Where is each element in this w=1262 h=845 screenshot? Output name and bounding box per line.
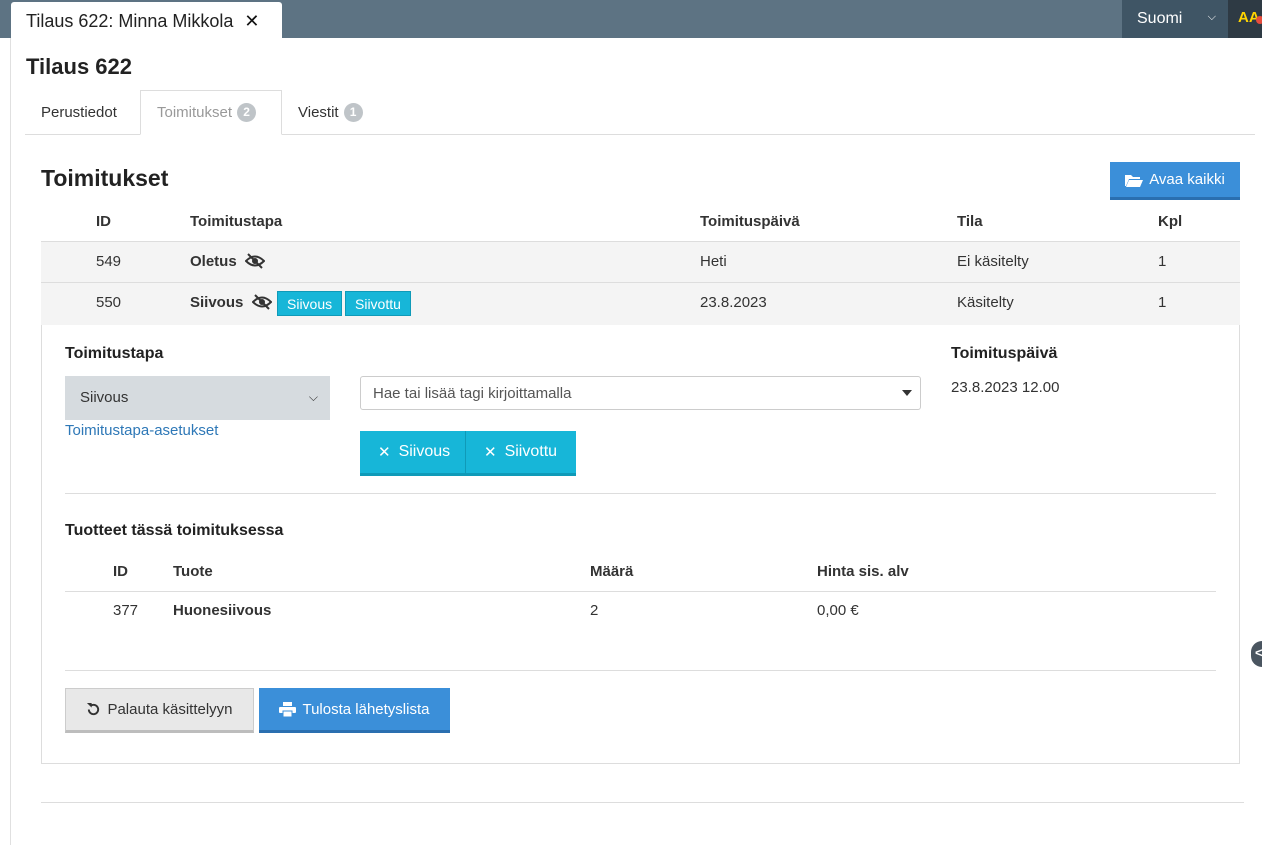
method-settings-link[interactable]: Toimitustapa-asetukset (65, 422, 218, 439)
tab-perustiedot[interactable]: Perustiedot (25, 90, 133, 135)
remove-icon[interactable]: ✕ (484, 443, 497, 461)
close-icon[interactable]: ✕ (244, 11, 259, 32)
folder-open-icon (1125, 174, 1144, 187)
product-column-qty: Määrä (590, 563, 634, 580)
delivery-row-expanded[interactable]: 550 Siivous Siivous Siivottu 23.8.2023 K… (41, 282, 1240, 325)
divider (65, 591, 1216, 592)
tab-label: Viestit (298, 104, 339, 121)
delivery-status: Käsitelty (957, 294, 1014, 311)
delivery-id: 549 (96, 253, 122, 270)
panel-border (10, 38, 11, 845)
tab-viestit[interactable]: Viestit 1 (282, 90, 379, 135)
language-select[interactable]: Suomi ⌵ (1122, 0, 1228, 38)
tag-input-placeholder: Hae tai lisää tagi kirjoittamalla (373, 385, 572, 402)
divider (65, 493, 1216, 494)
tag-search-input[interactable]: Hae tai lisää tagi kirjoittamalla (360, 376, 921, 410)
chevron-left-icon: < (1255, 645, 1262, 660)
tag-chip-label: Siivottu (504, 443, 558, 460)
product-id: 377 (113, 602, 139, 619)
column-header-status: Tila (957, 213, 983, 230)
delivery-qty: 1 (1158, 294, 1167, 311)
tab-label: Toimitukset (157, 104, 233, 121)
tag-chip-siivottu[interactable]: ✕ Siivottu (466, 431, 576, 476)
tag-badge: Siivottu (345, 291, 411, 316)
column-header-method: Toimitustapa (190, 213, 283, 230)
column-header-id: ID (96, 213, 111, 230)
open-all-button[interactable]: Avaa kaikki (1110, 162, 1240, 200)
print-label: Tulosta lähetyslista (302, 700, 430, 718)
chevron-down-icon: ⌵ (1207, 11, 1216, 23)
page-title: Tilaus 622 (26, 54, 132, 79)
tab-bar: Perustiedot Toimitukset 2 Viestit 1 (25, 90, 1255, 135)
chevron-down-icon: ⌵ (308, 390, 318, 404)
tag-badge: Siivous (277, 291, 343, 316)
method-name: Oletus (190, 253, 237, 270)
window-tab-title: Tilaus 622: Minna Mikkola (26, 10, 234, 31)
products-title: Tuotteet tässä toimituksessa (65, 522, 284, 539)
accessibility-toggle[interactable]: AA (1228, 0, 1262, 38)
delivery-method: Oletus (190, 253, 265, 270)
delivery-qty: 1 (1158, 253, 1167, 270)
window-tab[interactable]: Tilaus 622: Minna Mikkola ✕ (11, 2, 282, 40)
column-header-date: Toimituspäivä (700, 213, 800, 230)
product-column-name: Tuote (173, 563, 213, 580)
tab-toimitukset[interactable]: Toimitukset 2 (140, 90, 282, 135)
method-select[interactable]: Siivous ⌵ (65, 376, 330, 420)
section-title: Toimitukset (41, 165, 169, 191)
delivery-status: Ei käsitelty (957, 253, 1029, 270)
product-price: 0,00 € (817, 602, 859, 619)
delivery-date: Heti (700, 253, 727, 270)
divider (65, 670, 1216, 671)
undo-icon (87, 702, 100, 716)
print-button[interactable]: Tulosta lähetyslista (259, 688, 450, 733)
product-name: Huonesiivous (173, 602, 272, 619)
product-column-id: ID (113, 563, 128, 580)
notification-dot (1256, 16, 1262, 24)
eye-slash-icon (251, 294, 272, 310)
delivery-id: 550 (96, 294, 122, 311)
method-label: Toimitustapa (65, 345, 164, 362)
tab-label: Perustiedot (41, 104, 117, 121)
remove-icon[interactable]: ✕ (378, 443, 391, 461)
product-column-price: Hinta sis. alv (817, 563, 909, 580)
delivery-date: 23.8.2023 (700, 294, 767, 311)
count-badge: 1 (343, 103, 363, 122)
tag-chip-siivous[interactable]: ✕ Siivous (360, 431, 466, 476)
caret-down-icon (902, 390, 912, 396)
open-all-label: Avaa kaikki (1149, 171, 1225, 188)
printer-icon (279, 701, 297, 717)
eye-slash-icon (244, 253, 265, 269)
delivery-row[interactable]: 549 Oletus Heti Ei käsitelty 1 (41, 241, 1240, 282)
product-qty: 2 (590, 602, 599, 619)
count-badge: 2 (237, 103, 257, 122)
date-label: Toimituspäivä (951, 345, 1058, 362)
divider (41, 802, 1244, 803)
restore-button[interactable]: Palauta käsittelyyn (65, 688, 254, 733)
column-header-qty: Kpl (1158, 213, 1183, 230)
date-value: 23.8.2023 12.00 (951, 379, 1060, 396)
method-name: Siivous (190, 294, 244, 311)
restore-label: Palauta käsittelyyn (107, 701, 233, 718)
tag-chip-label: Siivous (398, 443, 451, 460)
method-select-value: Siivous (80, 389, 129, 406)
delivery-method: Siivous (190, 294, 272, 311)
side-panel-handle[interactable]: < (1251, 641, 1262, 667)
language-label: Suomi (1137, 10, 1183, 27)
